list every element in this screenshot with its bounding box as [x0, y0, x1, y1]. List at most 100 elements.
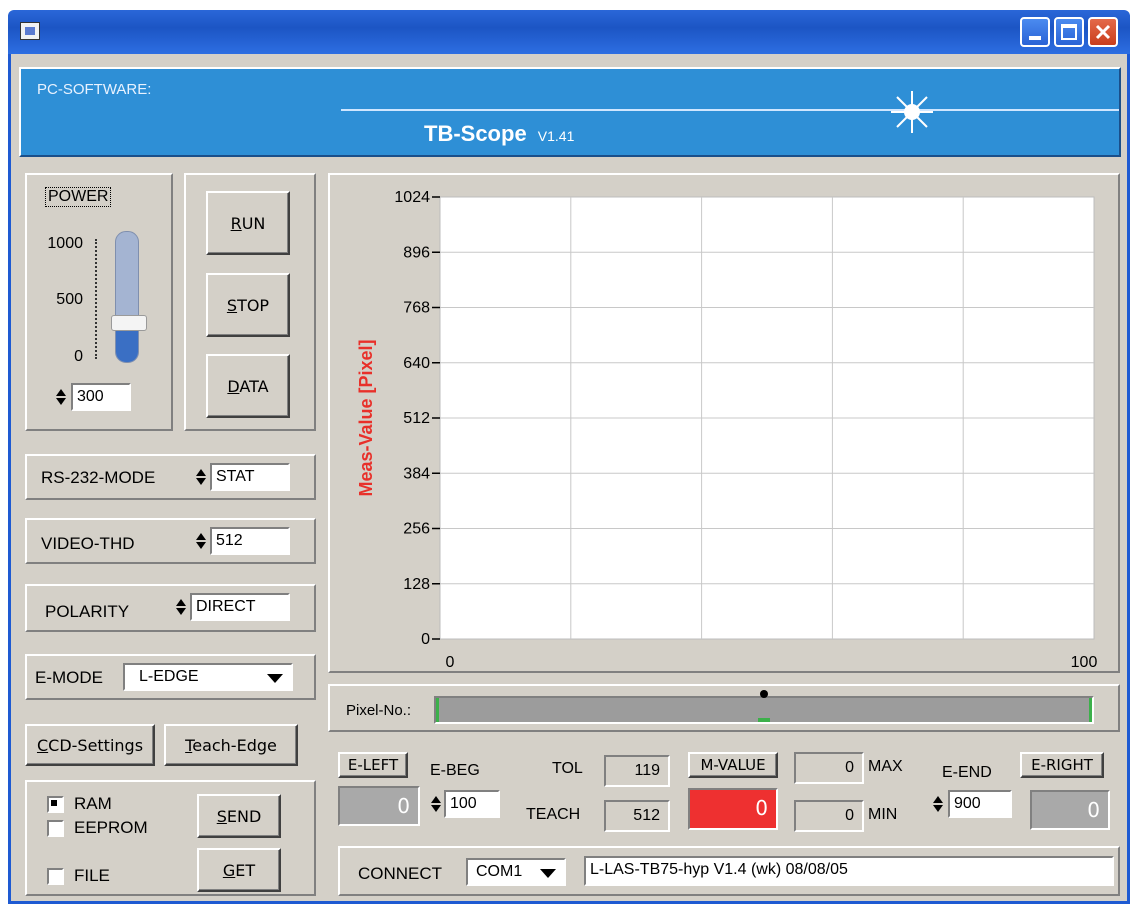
- x-tick-label: 100: [1071, 654, 1098, 671]
- ccd-settings-button[interactable]: CCD-Settings: [25, 724, 155, 766]
- chevron-down-icon[interactable]: [540, 869, 556, 878]
- ccd-settings-label: CCD-Settings: [36, 735, 144, 755]
- e-left-label: E-LEFT: [347, 756, 399, 774]
- e-end-field[interactable]: 900: [948, 790, 1012, 818]
- y-tick-label: 512: [403, 410, 430, 427]
- rs232-mode-label: RS-232-MODE: [41, 468, 156, 487]
- chevron-down-icon[interactable]: [267, 674, 283, 683]
- max-value: 0: [794, 752, 864, 784]
- e-mode-select[interactable]: L-EDGE: [123, 663, 293, 691]
- firmware-status-field: L-LAS-TB75-hyp V1.4 (wk) 08/08/05: [584, 856, 1114, 886]
- pixel-bar-track[interactable]: [434, 690, 1094, 724]
- eeprom-checkbox[interactable]: EEPROM: [47, 818, 148, 838]
- e-left-button[interactable]: E-LEFT: [338, 752, 408, 778]
- header-line: [341, 109, 1119, 111]
- m-value-label: M-VALUE: [700, 756, 766, 774]
- x-tick-label: 0: [446, 654, 455, 671]
- y-tick-label: 128: [403, 576, 430, 593]
- video-thd-row: VIDEO-THD 512: [25, 518, 316, 564]
- e-right-label: E-RIGHT: [1031, 756, 1093, 774]
- app-title: TB-Scope: [424, 121, 527, 146]
- data-button[interactable]: DATA: [206, 354, 290, 418]
- m-value-display: 0: [688, 788, 778, 830]
- teach-value: 512: [604, 800, 670, 832]
- connect-label: CONNECT: [358, 864, 443, 883]
- y-axis-label: Meas-Value [Pixel]: [356, 339, 376, 496]
- connect-panel: CONNECT COM1 L-LAS-TB75-hyp V1.4 (wk) 08…: [338, 846, 1120, 896]
- power-panel: POWER 1000 500 0 300: [25, 173, 173, 431]
- tol-label: TOL: [552, 760, 583, 777]
- storage-panel: RAM EEPROM FILE SEND GET: [25, 780, 316, 896]
- e-beg-label: E-BEG: [430, 762, 480, 779]
- y-tick-label: 896: [403, 244, 430, 261]
- eeprom-checkbox-box[interactable]: [47, 819, 64, 837]
- e-right-button[interactable]: E-RIGHT: [1020, 752, 1104, 778]
- power-slider-track[interactable]: [115, 231, 139, 363]
- power-scale: [91, 239, 97, 359]
- y-tick-label: 256: [403, 521, 430, 538]
- e-mode-row: E-MODE L-EDGE: [25, 654, 316, 700]
- teach-label: TEACH: [526, 806, 581, 823]
- e-end-spinner[interactable]: [932, 792, 944, 816]
- ram-label: RAM: [74, 794, 112, 813]
- rs232-mode-row: RS-232-MODE STAT: [25, 454, 316, 500]
- chart-svg: 1024 896 768 640 512 384 256 128 00 100 Meas-Value…: [356, 189, 1098, 671]
- min-label: MIN: [868, 806, 898, 823]
- app-icon[interactable]: [20, 22, 40, 40]
- min-value: 0: [794, 800, 864, 832]
- ram-checkbox-box[interactable]: [47, 795, 64, 813]
- minimize-icon[interactable]: [1020, 17, 1050, 47]
- polarity-field[interactable]: DIRECT: [190, 593, 290, 621]
- tol-value: 119: [604, 755, 670, 787]
- power-tick-1000: 1000: [47, 235, 83, 252]
- pixel-bar-marker: [760, 690, 768, 698]
- m-value-button[interactable]: M-VALUE: [688, 752, 778, 778]
- polarity-row: POLARITY DIRECT: [25, 584, 316, 632]
- video-thd-spinner[interactable]: [195, 529, 207, 553]
- file-label: FILE: [74, 866, 110, 885]
- stop-label: STOP: [226, 295, 270, 315]
- power-value-field[interactable]: 300: [71, 383, 131, 411]
- send-label: SEND: [216, 806, 262, 826]
- rs232-mode-spinner[interactable]: [195, 465, 207, 489]
- power-tick-0: 0: [74, 348, 83, 365]
- title-bar: [8, 10, 1130, 54]
- maximize-icon[interactable]: [1054, 17, 1084, 47]
- ram-checkbox[interactable]: RAM: [47, 794, 112, 814]
- send-button[interactable]: SEND: [197, 794, 281, 838]
- chart-panel: 1024 896 768 640 512 384 256 128 0 0 100 Meas-Value…: [328, 173, 1120, 673]
- e-beg-field[interactable]: 100: [444, 790, 500, 818]
- get-button[interactable]: GET: [197, 848, 281, 892]
- rs232-mode-field[interactable]: STAT: [210, 463, 290, 491]
- sparkle-icon: [891, 91, 933, 133]
- power-label: POWER: [45, 187, 112, 207]
- header-label: PC-SOFTWARE:: [37, 81, 152, 98]
- get-label: GET: [222, 860, 256, 880]
- e-mode-label: E-MODE: [35, 668, 103, 687]
- video-thd-field[interactable]: 512: [210, 527, 290, 555]
- run-button[interactable]: RUN: [206, 191, 290, 255]
- action-panel: RUN STOP DATA: [184, 173, 316, 431]
- video-thd-label: VIDEO-THD: [41, 534, 135, 553]
- pixel-bar-marker-line: [758, 718, 770, 722]
- pixel-bar-left-edge: [436, 698, 439, 722]
- teach-edge-label: Teach-Edge: [185, 735, 277, 755]
- power-tick-500: 500: [56, 291, 83, 308]
- pixel-bar-panel: Pixel-No.:: [328, 684, 1120, 732]
- power-spinner[interactable]: [55, 385, 67, 409]
- teach-edge-button[interactable]: Teach-Edge: [164, 724, 298, 766]
- stop-button[interactable]: STOP: [206, 273, 290, 337]
- close-icon[interactable]: [1088, 17, 1118, 47]
- com-port-select[interactable]: COM1: [466, 858, 566, 886]
- pixel-bar-right-edge: [1089, 698, 1092, 722]
- polarity-label: POLARITY: [45, 602, 130, 621]
- power-slider-thumb[interactable]: [111, 315, 147, 332]
- pixel-bar-label: Pixel-No.:: [346, 702, 412, 719]
- e-mode-value: L-EDGE: [139, 668, 199, 685]
- e-beg-spinner[interactable]: [430, 792, 442, 816]
- polarity-spinner[interactable]: [175, 595, 187, 619]
- eeprom-label: EEPROM: [74, 818, 148, 837]
- file-checkbox[interactable]: FILE: [47, 866, 110, 886]
- file-checkbox-box[interactable]: [47, 867, 64, 885]
- y-tick-label: 768: [403, 300, 430, 317]
